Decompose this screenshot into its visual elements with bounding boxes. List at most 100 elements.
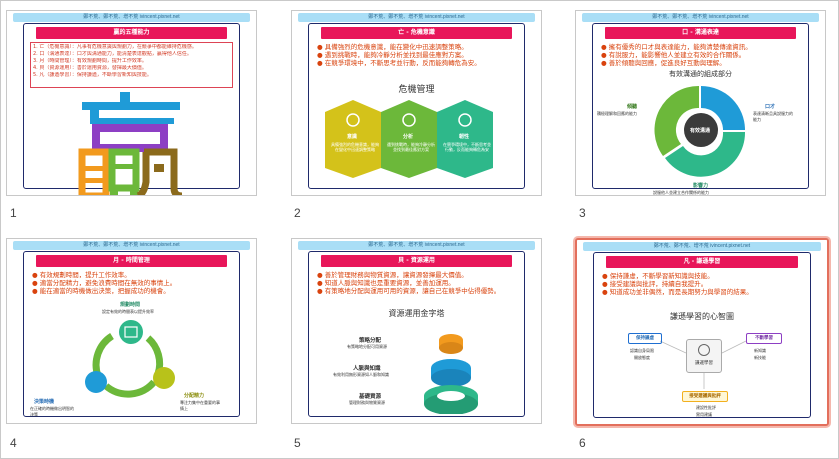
slide-title-banner: 口 - 溝通表達 [605,27,796,39]
branch-item: 實用建議 [696,412,712,417]
slide-number-2: 2 [294,206,301,220]
bullet-item: ● 遇到挑戰時，能夠冷靜分析並找到最佳應對方案。 [317,51,468,59]
slide-title-banner: 月 - 時間管理 [36,255,227,267]
bullet-box: 1. 亡（危機意識）：凡事有危機意識與規劃力，在競爭中都能維持危機感。 2. 口… [30,42,233,88]
slide-thumbnail-3[interactable]: 鄭不荒、鄭不荒、增不荒 ivincent.pixnet.net 口 - 溝通表達… [575,10,826,196]
slide-header-bar: 鄭不荒、鄭不荒、增不荒 ivincent.pixnet.net [298,13,535,22]
big-character-graphic [78,92,183,195]
bullet-item: 4. 貝（資源運用）：善於運用資源，發揮最大價值。 [33,65,147,71]
slide-number-4: 4 [10,436,17,450]
diagram-title: 謙遜學習的心智圖 [670,312,734,321]
bullet-item: 3. 月（時間管理）：有效規劃時間，提升工作效率。 [33,58,147,64]
slide-5: 鄭不荒、鄭不荒、增不荒 ivincent.pixnet.net 貝 - 資源運用… [292,239,541,423]
branch-label: 保持謙虛 [636,336,654,341]
layer-name: 基礎資源 [359,394,382,400]
header-text: 鄭不荒、鄭不荒、增不荒 ivincent.pixnet.net [83,242,180,248]
slide-thumbnail-5[interactable]: 鄭不荒、鄭不荒、增不荒 ivincent.pixnet.net 貝 - 資源運用… [291,238,542,424]
slide-thumbnail-6-selected[interactable]: 鄭不荒、鄭不荒、增不荒 ivincent.pixnet.net 凡 - 謙遜學習… [575,238,829,426]
ring-part-name: 影響力 [693,183,709,189]
branch-item: 開放態度 [634,355,650,360]
ring-part-text: 說服他人並建立合作關係的能力 [653,190,709,195]
bullet-item: 2. 口（溝通表達）：口才與溝通能力，能清楚表達觀點，贏得他人信任。 [33,51,192,57]
bullet-item: ● 具備強烈的危機意識，能在變化中迅速調整策略。 [317,43,468,51]
slide-header-bar: 鄭不荒、鄭不荒、增不荒 ivincent.pixnet.net [583,242,821,251]
slide-number-6: 6 [579,436,586,450]
item-name: 意識 [347,134,358,140]
mindmap-branch-1: 保持謙虛 [628,333,662,344]
content-panel: 月 - 時間管理 ● 有效規劃時間，提升工作效率。 ● 適當分配精力，避免浪費時… [23,251,240,417]
slide-1: 鄭不荒、鄭不荒、增不荒 ivincent.pixnet.net 贏的五種能力 1… [7,11,256,195]
bullet-item: ● 有效規劃時間，提升工作效率。 [32,271,131,279]
bullet-text: 有效規劃時間，提升工作效率。 [39,271,131,279]
slide-thumbnail-2[interactable]: 鄭不荒、鄭不荒、增不荒 ivincent.pixnet.net 亡 - 危機意識… [291,10,542,196]
header-text: 鄭不荒、鄭不荒、增不荒 ivincent.pixnet.net [652,14,749,20]
branch-label: 不斷學習 [755,336,773,341]
layer-text: 有策略地分配可用資源 [347,344,387,349]
bullet-text: 善於管理財務與物質資源，讓資源發揮最大價值。 [324,271,468,279]
ring-part-text: 積極理解和回應的能力 [597,111,637,116]
content-panel: 口 - 溝通表達 ● 擁有優秀的口才與表達能力，能夠清楚傳達資訊。 ● 有說服力… [592,23,809,195]
branch-item: 新技能 [754,355,766,360]
item-text: 遇到挑戰時，能夠冷靜分析並找到最佳應對方案 [387,142,435,152]
content-panel: 貝 - 資源運用 ● 善於管理財務與物質資源，讓資源發揮最大價值。 ● 知道人脈… [308,251,525,417]
ring-center-label: 有效溝通 [690,128,711,134]
bullet-text: 具備強烈的危機意識，能在變化中迅速調整策略。 [324,43,468,51]
bullet-item: ● 擁有優秀的口才與表達能力，能夠清楚傳達資訊。 [601,43,752,51]
bullet-text: 知道人脈與知識也是重要資源，並善加運用。 [324,279,455,287]
bullet-item: ● 有策略地分配與運用可用的資源，讓自己在競爭中佔得優勢。 [317,287,501,295]
bullet-list: ● 善於管理財務與物質資源，讓資源發揮最大價值。 ● 知道人脈與知識也是重要資源… [317,271,518,295]
cycle-step-name: 決策時機 [34,399,55,405]
slide-thumbnail-4[interactable]: 鄭不荒、鄭不荒、增不荒 ivincent.pixnet.net 月 - 時間管理… [6,238,257,424]
bullet-item: ● 有說服力，能影響他人並建立有效的合作關係。 [601,51,746,59]
bullet-text: 擁有優秀的口才與表達能力，能夠清楚傳達資訊。 [608,43,752,51]
slide-number-1: 1 [10,206,17,220]
slide-header-bar: 鄭不荒、鄭不荒、增不荒 ivincent.pixnet.net [582,13,819,22]
bullet-list: ● 有效規劃時間，提升工作效率。 ● 適當分配精力，避免浪費時間在無效的事情上。… [32,271,233,295]
layer-name: 策略分配 [359,338,382,344]
layer-text: 有效利用無形資源如人脈和知識 [333,372,389,377]
mindmap-branch-2: 不斷學習 [746,333,782,344]
cycle-step-text: 設定有效的時間表以提升效率 [102,309,154,314]
bullet-item: 1. 亡（危機意識）：凡事有危機意識與規劃力，在競爭中都能維持危機感。 [33,44,197,50]
slide-header-bar: 鄭不荒、鄭不荒、增不荒 ivincent.pixnet.net [13,241,250,250]
diagram-title: 有效溝通的組成部分 [669,70,732,78]
bullet-list: ● 具備強烈的危機意識，能在變化中迅速調整策略。 ● 遇到挑戰時，能夠冷靜分析並… [317,43,518,67]
mindmap-branch-3: 接受建議與批評 [682,391,728,402]
bullet-list: ● 擁有優秀的口才與表達能力，能夠清楚傳達資訊。 ● 有說服力，能影響他人並建立… [601,43,802,67]
header-text: 鄭不荒、鄭不荒、增不荒 ivincent.pixnet.net [653,243,751,249]
bullet-text: 能在適當的時機做出決策，把握成功的機會。 [39,287,170,295]
diagram-title: 資源運用金字塔 [388,309,445,318]
bullet-text: 遇到挑戰時，能夠冷靜分析並找到最佳應對方案。 [324,51,468,59]
cycle-step-text: 專注力集中在重要的事情上 [180,400,220,411]
time-management-cycle [85,320,175,398]
cycle-step-name: 分配精力 [184,393,205,399]
bullet-list: 1. 亡（危機意識）：凡事有危機意識與規劃力，在競爭中都能維持危機感。 2. 口… [33,44,226,79]
slide-title-banner: 貝 - 資源運用 [321,255,512,267]
bullet-text: 善於傾聽與回應，促進良好互動與理解。 [608,59,726,67]
header-text: 鄭不荒、鄭不荒、增不荒 ivincent.pixnet.net [368,14,465,20]
slide-number-3: 3 [579,206,586,220]
bullet-text: 接受建議與批評，持續自我提升。 [609,280,708,288]
bullet-item: ● 保持謙虛，不斷學習新知識與技能。 [602,272,714,280]
bullet-text: 適當分配精力，避免浪費時間在無效的事情上。 [39,279,177,287]
item-text: 具備強烈的危機意識，能夠在變化中迅速調整策略 [331,142,379,152]
slide-title-banner: 凡 - 謙遜學習 [606,256,798,268]
bullet-text: 有說服力，能影響他人並建立有效的合作關係。 [608,51,746,59]
slide-3: 鄭不荒、鄭不荒、增不荒 ivincent.pixnet.net 口 - 溝通表達… [576,11,825,195]
ring-part-text: 表達清晰且具說服力的能力 [753,111,793,122]
bullet-item: ● 適當分配精力，避免浪費時間在無效的事情上。 [32,279,177,287]
cycle-step-name: 規劃時間 [120,302,141,308]
slide-header-bar: 鄭不荒、鄭不荒、增不荒 ivincent.pixnet.net [13,13,250,22]
bullet-item: ● 知道人脈與知識也是重要資源，並善加運用。 [317,279,455,287]
bullet-item: ● 知道成功並非偶然，而是長期努力與學習的結果。 [602,288,753,296]
slide-number-5: 5 [294,436,301,450]
branch-item: 新知識 [754,348,766,353]
bullet-text: 在競爭環境中，不斷思考並行動，反而能夠轉危為安。 [324,59,481,67]
resource-pyramid-diagram [424,334,478,414]
content-panel: 凡 - 謙遜學習 ● 保持謙虛，不斷學習新知識與技能。 ● 接受建議與批評，持續… [593,252,811,418]
branch-label: 接受建議與批評 [689,394,721,399]
slide-header-bar: 鄭不荒、鄭不荒、增不荒 ivincent.pixnet.net [298,241,535,250]
bullet-item: 5. 凡（謙遜學習）：保持謙遜，不斷學習新知與技能。 [33,72,152,78]
slide-thumbnail-1[interactable]: 鄭不荒、鄭不荒、增不荒 ivincent.pixnet.net 贏的五種能力 1… [6,10,257,196]
ring-part-name: 口才 [765,104,776,110]
